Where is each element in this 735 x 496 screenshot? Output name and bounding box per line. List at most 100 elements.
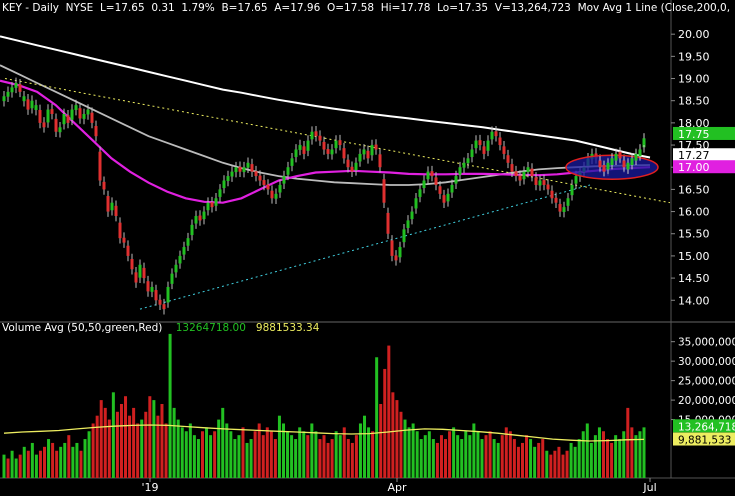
volume-bar [26, 450, 30, 478]
price-tick-label: 16.50 [678, 183, 710, 196]
chart-canvas: 20.0019.5019.0018.5018.0017.5017.0016.50… [0, 0, 735, 494]
candle-body [250, 164, 254, 172]
volume-bar [22, 446, 26, 478]
volume-bar [261, 435, 265, 478]
volume-bar [164, 423, 168, 478]
volume-bar [533, 446, 537, 478]
candle-body [266, 184, 270, 190]
volume-bar [132, 407, 136, 478]
candle-body [102, 181, 106, 190]
volume-bar [581, 431, 585, 478]
candle-body [46, 109, 50, 123]
volume-bar [452, 427, 456, 478]
candle-body [426, 171, 430, 180]
volume-bar [448, 431, 452, 478]
candle-body [342, 148, 346, 159]
candle-body [438, 186, 442, 194]
candle-body [338, 140, 342, 146]
candle-body [142, 267, 146, 279]
volume-legend-current: 13264718.00 [175, 322, 246, 334]
volume-bar [354, 435, 358, 478]
volume-value: V=13,264,723 [494, 2, 571, 14]
candle-body [58, 127, 62, 133]
candle-body [478, 140, 482, 146]
volume-bar [87, 431, 91, 478]
volume-bar [427, 431, 431, 478]
candle-body [226, 176, 230, 181]
volume-bar [577, 439, 581, 478]
candle-body [550, 190, 554, 199]
candle-body [298, 145, 302, 150]
volume-tick-label: 25,000,000 [678, 376, 735, 388]
candle-body [614, 153, 618, 161]
candle-body [482, 146, 486, 154]
chart-header: KEY - Daily NYSE L=17.65 0.31 1.79% B=17… [2, 2, 731, 14]
volume-bar [484, 435, 488, 478]
volume-bar [334, 431, 338, 478]
candle-body [170, 273, 174, 284]
volume-bar [439, 435, 443, 478]
volume-bar [508, 431, 512, 478]
price-tick-label: 15.00 [678, 250, 710, 263]
candle-body [286, 167, 290, 175]
volume-bar [124, 396, 128, 478]
candle-body [118, 222, 122, 239]
volume-bar [302, 431, 306, 478]
candle-body [166, 286, 170, 303]
candle-body [446, 193, 450, 202]
volume-bar [103, 407, 107, 478]
candle-body [282, 176, 286, 184]
candle-body [82, 114, 86, 119]
volume-label-text: 13,264,718 [678, 421, 735, 433]
volume-bar [367, 427, 371, 478]
volume-bar [91, 423, 95, 478]
volume-bar [638, 431, 642, 478]
candle-body [566, 198, 570, 206]
candle-body [290, 158, 294, 166]
candle-body [122, 237, 126, 243]
volume-bar [107, 419, 111, 478]
price-tick-label: 19.00 [678, 73, 710, 86]
candle-body [278, 184, 282, 193]
candle-body [274, 193, 278, 199]
volume-bar [83, 439, 87, 478]
candle-body [506, 155, 510, 163]
volume-bar [512, 439, 516, 478]
change-pct: 1.79% [181, 2, 215, 14]
volume-bar [537, 442, 541, 478]
candle-body [618, 151, 622, 159]
volume-bar [99, 400, 103, 478]
x-tick-label: Apr [387, 481, 407, 493]
period-label: Daily [32, 2, 59, 14]
candle-body [402, 229, 406, 243]
price-label-text: 17.00 [678, 161, 710, 174]
volume-bar [294, 439, 298, 478]
candle-body [622, 160, 626, 168]
volume-bar [468, 435, 472, 478]
volume-bar [188, 423, 192, 478]
price-label-text: 17.75 [678, 128, 710, 141]
volume-bar [67, 435, 71, 478]
volume-bar [395, 400, 399, 478]
volume-bar [245, 442, 249, 478]
price-tick-label: 20.00 [678, 28, 710, 41]
volume-bar [601, 431, 605, 478]
volume-bar [610, 442, 614, 478]
candle-body [406, 220, 410, 228]
volume-bar [488, 431, 492, 478]
candle-body [498, 137, 502, 146]
candle-body [430, 171, 434, 177]
volume-bar [614, 435, 618, 478]
volume-bar [192, 435, 196, 478]
x-tick-label: '19 [141, 481, 158, 493]
volume-bar [569, 442, 573, 478]
candle-body [186, 238, 190, 246]
volume-bar [290, 435, 294, 478]
candle-body [270, 190, 274, 199]
candle-body [126, 245, 130, 256]
volume-bar [30, 442, 34, 478]
candle-body [570, 184, 574, 196]
candle-body [334, 140, 338, 149]
volume-bar [225, 423, 229, 478]
volume-bar [63, 442, 67, 478]
